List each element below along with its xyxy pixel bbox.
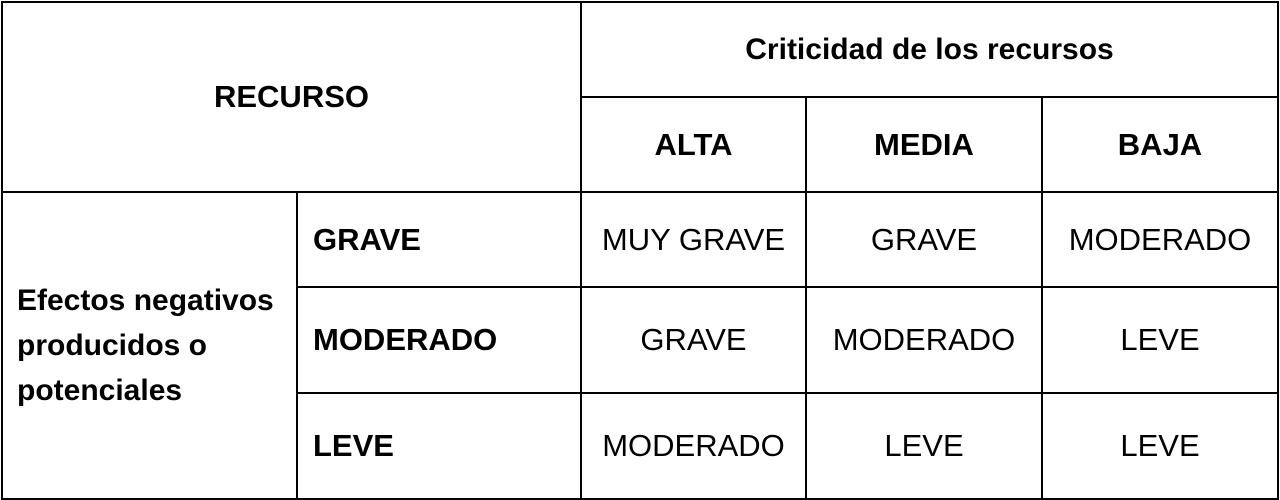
table-cell: MUY GRAVE xyxy=(580,191,807,288)
table-cell: LEVE xyxy=(1041,286,1279,394)
header-row-top: RECURSO Criticidad de los recursos xyxy=(1,1,1279,193)
table-cell: LEVE xyxy=(1041,392,1279,500)
table-cell: MODERADO xyxy=(805,286,1043,394)
corner-header: RECURSO xyxy=(1,1,582,193)
column-header-media: MEDIA xyxy=(805,96,1043,193)
row-group-label: Efectos negativos producidos o potencial… xyxy=(1,191,298,500)
table-cell: GRAVE xyxy=(805,191,1043,288)
column-header-baja: BAJA xyxy=(1041,96,1279,193)
table-cell: LEVE xyxy=(805,392,1043,500)
table-row: Efectos negativos producidos o potencial… xyxy=(1,191,1279,500)
table-cell: MODERADO xyxy=(580,392,807,500)
group-header: Criticidad de los recursos xyxy=(580,1,1279,98)
row-label-moderado: MODERADO xyxy=(296,286,582,394)
column-header-alta: ALTA xyxy=(580,96,807,193)
table-cell: GRAVE xyxy=(580,286,807,394)
row-label-leve: LEVE xyxy=(296,392,582,500)
row-label-grave: GRAVE xyxy=(296,191,582,288)
table-cell: MODERADO xyxy=(1041,191,1279,288)
risk-matrix-table: RECURSO Criticidad de los recursos ALTA … xyxy=(1,1,1279,500)
